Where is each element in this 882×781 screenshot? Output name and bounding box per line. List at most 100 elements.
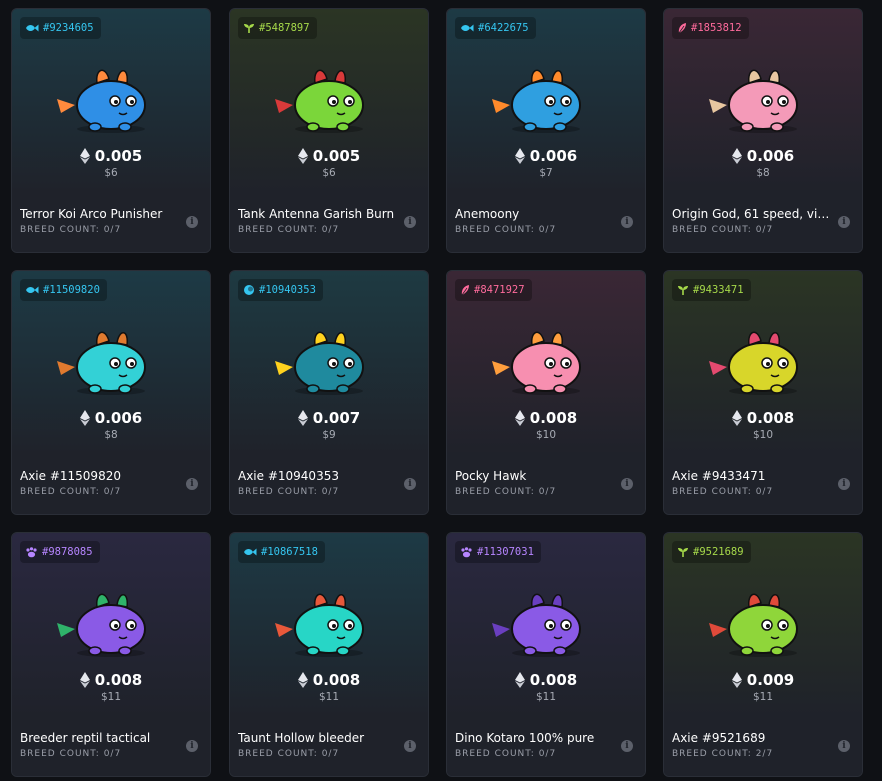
axie-card-grid: #9234605 0.005 $6 Terror Koi Arco Punish…: [0, 0, 882, 781]
price-value: 0.008: [312, 671, 361, 689]
axie-name: Tank Antenna Garish Burn: [238, 207, 395, 221]
card-info: Terror Koi Arco Punisher BREED COUNT: 0/…: [12, 193, 210, 252]
axie-id: #9878085: [42, 546, 93, 558]
info-icon[interactable]: i: [404, 740, 416, 752]
card-image-area: #9433471 0.008 $10: [664, 271, 862, 455]
axie-card[interactable]: #1853812 0.006 $8 Origin God, 61 speed, …: [663, 8, 863, 253]
axie-card[interactable]: #11509820 0.006 $8 Axie #11509820 BREED …: [11, 270, 211, 515]
info-icon[interactable]: i: [621, 216, 633, 228]
card-image-area: #8471927 0.008 $10: [447, 271, 645, 455]
info-icon[interactable]: i: [404, 216, 416, 228]
price-eth: 0.006: [447, 147, 645, 165]
axie-card[interactable]: #10940353 0.007 $9 Axie #10940353 BREED …: [229, 270, 429, 515]
price-eth: 0.008: [230, 671, 428, 689]
breed-count: BREED COUNT: 0/7: [20, 749, 121, 759]
fish-icon: [243, 547, 257, 557]
breed-count: BREED COUNT: 0/7: [238, 487, 339, 497]
axie-name: Pocky Hawk: [455, 469, 527, 483]
axie-name: Axie #9521689: [672, 731, 766, 745]
breed-count-label: BREED COUNT:: [672, 225, 752, 235]
card-info: Axie #11509820 BREED COUNT: 0/7 i: [12, 455, 210, 514]
axie-id: #11509820: [43, 284, 100, 296]
axie-card[interactable]: #5487897 0.005 $6 Tank Antenna Garish Bu…: [229, 8, 429, 253]
info-icon[interactable]: i: [838, 216, 850, 228]
info-icon[interactable]: i: [186, 216, 198, 228]
price-eth: 0.007: [230, 409, 428, 427]
price-eth: 0.009: [664, 671, 862, 689]
axie-card[interactable]: #9878085 0.008 $11 Breeder reptil tactic…: [11, 532, 211, 777]
axie-name: Dino Kotaro 100% pure: [455, 731, 595, 745]
breed-count-value: 0/7: [321, 749, 340, 759]
axie-card[interactable]: #9433471 0.008 $10 Axie #9433471 BREED C…: [663, 270, 863, 515]
info-icon[interactable]: i: [838, 478, 850, 490]
info-icon[interactable]: i: [186, 478, 198, 490]
axie-card[interactable]: #6422675 0.006 $7 Anemoony BREED COUNT: …: [446, 8, 646, 253]
price-eth: 0.008: [12, 671, 210, 689]
sprout-icon: [677, 547, 689, 558]
axie-creature-image: [51, 55, 171, 135]
info-icon[interactable]: i: [186, 740, 198, 752]
eth-icon: [514, 410, 525, 426]
price-value: 0.008: [529, 671, 578, 689]
axie-card[interactable]: #11307031 0.008 $11 Dino Kotaro 100% pur…: [446, 532, 646, 777]
price-usd: $11: [535, 691, 557, 703]
axie-id-badge: #6422675: [455, 17, 536, 39]
breed-count: BREED COUNT: 0/7: [455, 749, 556, 759]
breed-count-value: 0/7: [538, 487, 557, 497]
axie-id: #10867518: [261, 546, 318, 558]
axie-name: Axie #11509820: [20, 469, 121, 483]
price-value: 0.006: [746, 147, 795, 165]
feather-icon: [677, 22, 687, 34]
info-icon[interactable]: i: [838, 740, 850, 752]
card-image-area: #9234605 0.005 $6: [12, 9, 210, 193]
axie-id-badge: #5487897: [238, 17, 317, 39]
info-icon[interactable]: i: [404, 478, 416, 490]
axie-card[interactable]: #8471927 0.008 $10 Pocky Hawk BREED COUN…: [446, 270, 646, 515]
axie-card[interactable]: #9521689 0.009 $11 Axie #9521689 BREED C…: [663, 532, 863, 777]
axie-id: #5487897: [259, 22, 310, 34]
axie-creature-image: [269, 317, 389, 397]
price-usd: $8: [104, 429, 118, 441]
price-usd: $10: [535, 429, 557, 441]
fish-icon: [25, 285, 39, 295]
axie-id-badge: #10867518: [238, 541, 325, 563]
eth-icon: [297, 410, 308, 426]
axie-card[interactable]: #10867518 0.008 $11 Taunt Hollow bleeder…: [229, 532, 429, 777]
breed-count-label: BREED COUNT:: [455, 487, 535, 497]
card-image-area: #1853812 0.006 $8: [664, 9, 862, 193]
card-info: Axie #9433471 BREED COUNT: 0/7 i: [664, 455, 862, 514]
breed-count-value: 0/7: [103, 749, 122, 759]
breed-count-value: 0/7: [321, 225, 340, 235]
price-value: 0.006: [529, 147, 578, 165]
price-usd: $11: [100, 691, 122, 703]
price-usd: $6: [104, 167, 118, 179]
price-value: 0.008: [94, 671, 143, 689]
breed-count: BREED COUNT: 0/7: [672, 225, 773, 235]
eth-icon: [297, 148, 308, 164]
breed-count-label: BREED COUNT:: [20, 487, 100, 497]
eth-icon: [731, 148, 742, 164]
breed-count-label: BREED COUNT:: [455, 225, 535, 235]
breed-count-label: BREED COUNT:: [672, 749, 752, 759]
price-usd: $7: [539, 167, 553, 179]
info-icon[interactable]: i: [621, 478, 633, 490]
card-image-area: #9521689 0.009 $11: [664, 533, 862, 717]
fish-icon: [460, 23, 474, 33]
breed-count-label: BREED COUNT:: [238, 225, 318, 235]
axie-creature-image: [486, 317, 606, 397]
axie-name: Axie #10940353: [238, 469, 339, 483]
axie-id: #10940353: [259, 284, 316, 296]
axie-card[interactable]: #9234605 0.005 $6 Terror Koi Arco Punish…: [11, 8, 211, 253]
card-info: Tank Antenna Garish Burn BREED COUNT: 0/…: [230, 193, 428, 252]
breed-count: BREED COUNT: 0/7: [455, 225, 556, 235]
price-value: 0.008: [746, 409, 795, 427]
breed-count: BREED COUNT: 0/7: [238, 225, 339, 235]
axie-id-badge: #1853812: [672, 17, 749, 39]
info-icon[interactable]: i: [621, 740, 633, 752]
eth-icon: [731, 410, 742, 426]
price-value: 0.005: [94, 147, 143, 165]
price-usd: $11: [318, 691, 340, 703]
card-info: Axie #10940353 BREED COUNT: 0/7 i: [230, 455, 428, 514]
axie-creature-image: [703, 579, 823, 659]
price-eth: 0.008: [447, 409, 645, 427]
